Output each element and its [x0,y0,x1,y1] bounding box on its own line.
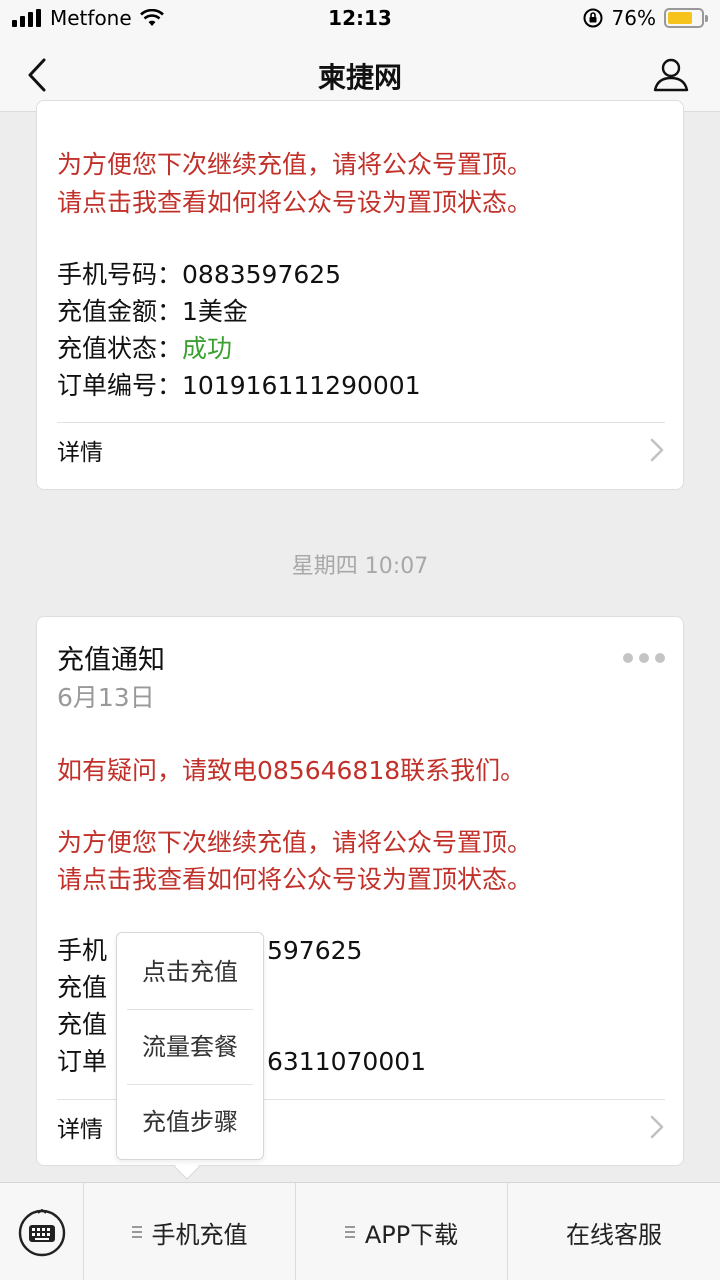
amount-row: 充值金额：1美金 [57,294,248,330]
menu-label: 手机充值 [151,1220,248,1249]
phone-label: 手机号码： [57,260,183,289]
submenu-item-data-plan[interactable]: 流量套餐 [117,1010,263,1084]
more-dot [623,653,633,663]
amount-value: 1美金 [182,297,248,326]
status-right: 76% [582,6,708,30]
phone-row-right: 597625 [267,936,363,965]
order-row: 订单编号：101916111290001 [57,368,421,404]
menu-online-service[interactable]: 在线客服 [508,1183,720,1280]
submenu-item-recharge[interactable]: 点击充值 [117,935,263,1009]
menu-label: APP下载 [364,1220,459,1249]
menu-mobile-recharge[interactable]: 手机充值 [84,1183,296,1280]
status-bar: Metfone 12:13 76% [0,0,720,38]
order-row-left: 订单 [57,1047,108,1076]
detail-label: 详情 [57,1117,103,1143]
battery-icon [664,8,708,28]
more-dot [639,653,649,663]
chevron-right-icon [650,1115,664,1139]
profile-button[interactable] [652,55,690,93]
phone-row: 手机号码：0883597625 [57,257,341,293]
amount-row-left: 充值 [57,973,108,1002]
pin-tip-line-2[interactable]: 请点击我查看如何将公众号设为置顶状态。 [57,185,532,221]
pin-tip-line-1[interactable]: 为方便您下次继续充值，请将公众号置顶。 [57,825,532,861]
submenu-list-icon [344,1226,355,1238]
keyboard-icon [18,1209,66,1257]
phone-row-left: 手机 [57,936,108,965]
chevron-right-icon [650,438,664,462]
battery-percent: 76% [611,6,656,30]
bottom-menu-bar: 手机充值 APP下载 在线客服 [0,1182,720,1280]
state-row-left: 充值 [57,1010,108,1039]
detail-label: 详情 [57,440,103,466]
message-timestamp: 星期四 10:07 [291,554,429,579]
amount-label: 充值金额： [57,297,183,326]
order-row-right: 6311070001 [267,1047,427,1076]
submenu-popup: 点击充值 流量套餐 充值步骤 [116,932,264,1160]
phone-value: 0883597625 [182,260,342,289]
battery-fill [668,12,693,24]
user-icon [653,58,689,92]
submenu-list-icon [131,1226,142,1238]
more-icon[interactable] [623,653,665,663]
submenu-item-steps[interactable]: 充值步骤 [117,1085,263,1159]
detail-link[interactable]: 详情 [57,423,665,479]
pin-tip-line-2[interactable]: 请点击我查看如何将公众号设为置顶状态。 [57,862,532,898]
state-row: 充值状态：成功 [57,331,232,367]
menu-app-download[interactable]: APP下载 [296,1183,508,1280]
rotation-lock-icon [583,8,603,28]
card-title: 充值通知 [57,645,165,676]
order-label: 订单编号： [57,371,183,400]
more-dot [655,653,665,663]
state-value: 成功 [182,334,233,363]
menu-label: 在线客服 [566,1220,662,1249]
keyboard-toggle-button[interactable] [0,1183,84,1280]
card-date: 6月13日 [57,683,155,712]
state-label: 充值状态： [57,334,183,363]
page-title: 柬捷网 [317,61,402,94]
recharge-card-1: 为方便您下次继续充值，请将公众号置顶。 请点击我查看如何将公众号设为置顶状态。 … [36,100,684,490]
contact-line: 如有疑问，请致电085646818联系我们。 [57,756,526,785]
pin-tip-line-1[interactable]: 为方便您下次继续充值，请将公众号置顶。 [57,147,532,183]
order-value: 101916111290001 [182,371,421,400]
